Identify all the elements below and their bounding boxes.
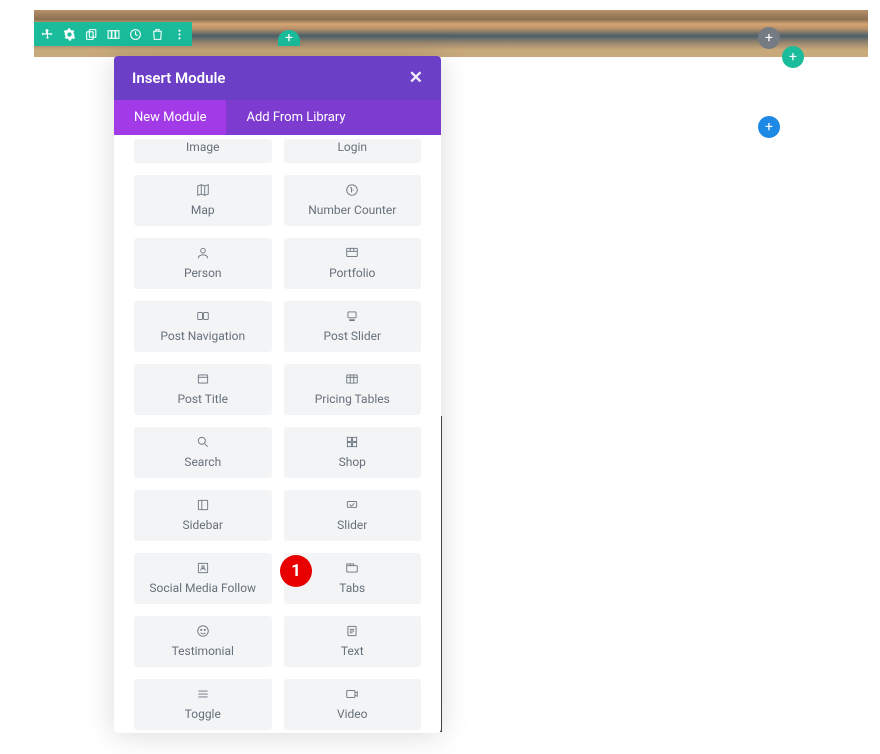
section-toolbar (34, 22, 192, 46)
module-label: Tabs (339, 581, 365, 595)
slider-icon (345, 498, 359, 512)
module-label: Post Navigation (160, 329, 245, 343)
social-follow-icon (196, 561, 210, 575)
module-slider[interactable]: Slider (284, 490, 422, 541)
module-label: Portfolio (329, 266, 375, 280)
modal-title: Insert Module (132, 69, 225, 87)
module-label: Post Title (178, 392, 228, 406)
module-social-media-follow[interactable]: Social Media Follow (134, 553, 272, 604)
module-label: Shop (339, 455, 366, 469)
module-testimonial[interactable]: Testimonial (134, 616, 272, 667)
module-text[interactable]: Text (284, 616, 422, 667)
module-label: Slider (337, 518, 367, 532)
module-label: Social Media Follow (149, 581, 256, 595)
module-label: Pricing Tables (315, 392, 390, 406)
modal-header: Insert Module ✕ (114, 56, 441, 100)
module-login[interactable]: Login (284, 139, 422, 163)
module-pricing-tables[interactable]: Pricing Tables (284, 364, 422, 415)
add-teal-button[interactable]: + (782, 46, 804, 68)
gear-icon[interactable] (58, 22, 80, 46)
add-blue-button[interactable]: + (758, 116, 780, 138)
move-icon[interactable] (36, 22, 58, 46)
module-portfolio[interactable]: Portfolio (284, 238, 422, 289)
module-label: Testimonial (172, 644, 234, 658)
testimonial-icon (196, 624, 210, 638)
shop-icon (345, 435, 359, 449)
modal-body: Image Login Map Number Counter Person Po… (114, 135, 441, 733)
module-post-slider[interactable]: Post Slider (284, 301, 422, 352)
sidebar-icon (196, 498, 210, 512)
module-label: Login (337, 140, 367, 154)
module-map[interactable]: Map (134, 175, 272, 226)
module-sidebar[interactable]: Sidebar (134, 490, 272, 541)
module-label: Search (184, 455, 221, 469)
portfolio-icon (345, 246, 359, 260)
module-label: Person (184, 266, 222, 280)
person-icon (196, 246, 210, 260)
module-person[interactable]: Person (134, 238, 272, 289)
tabs-icon (345, 561, 359, 575)
module-label: Video (337, 707, 368, 721)
tab-add-from-library[interactable]: Add From Library (226, 100, 365, 135)
modal-tabs: New Module Add From Library (114, 100, 441, 135)
trash-icon[interactable] (146, 22, 168, 46)
module-grid: Image Login Map Number Counter Person Po… (134, 139, 421, 733)
annotation-badge-1: 1 (280, 555, 312, 587)
module-label: Number Counter (308, 203, 396, 217)
module-label: Text (341, 644, 364, 658)
add-gray-button[interactable]: + (758, 27, 780, 49)
module-number-counter[interactable]: Number Counter (284, 175, 422, 226)
module-post-navigation[interactable]: Post Navigation (134, 301, 272, 352)
toggle-icon (196, 687, 210, 701)
module-label: Image (186, 140, 219, 154)
module-shop[interactable]: Shop (284, 427, 422, 478)
module-image[interactable]: Image (134, 139, 272, 163)
search-icon (196, 435, 210, 449)
post-title-icon (196, 372, 210, 386)
map-icon (196, 183, 210, 197)
module-video[interactable]: Video (284, 679, 422, 730)
close-icon[interactable]: ✕ (409, 68, 423, 88)
video-icon (345, 687, 359, 701)
module-label: Sidebar (182, 518, 223, 532)
insert-module-modal: Insert Module ✕ New Module Add From Libr… (114, 56, 441, 733)
module-label: Toggle (185, 707, 221, 721)
post-slider-icon (345, 309, 359, 323)
duplicate-icon[interactable] (80, 22, 102, 46)
save-icon[interactable] (124, 22, 146, 46)
module-search[interactable]: Search (134, 427, 272, 478)
pricing-tables-icon (345, 372, 359, 386)
counter-icon (345, 183, 359, 197)
more-icon[interactable] (168, 22, 190, 46)
add-section-button[interactable]: + (278, 30, 300, 46)
columns-icon[interactable] (102, 22, 124, 46)
module-label: Map (191, 203, 215, 217)
module-post-title[interactable]: Post Title (134, 364, 272, 415)
module-toggle[interactable]: Toggle (134, 679, 272, 730)
tab-new-module[interactable]: New Module (114, 100, 226, 135)
post-navigation-icon (196, 309, 210, 323)
module-label: Post Slider (323, 329, 381, 343)
text-icon (345, 624, 359, 638)
